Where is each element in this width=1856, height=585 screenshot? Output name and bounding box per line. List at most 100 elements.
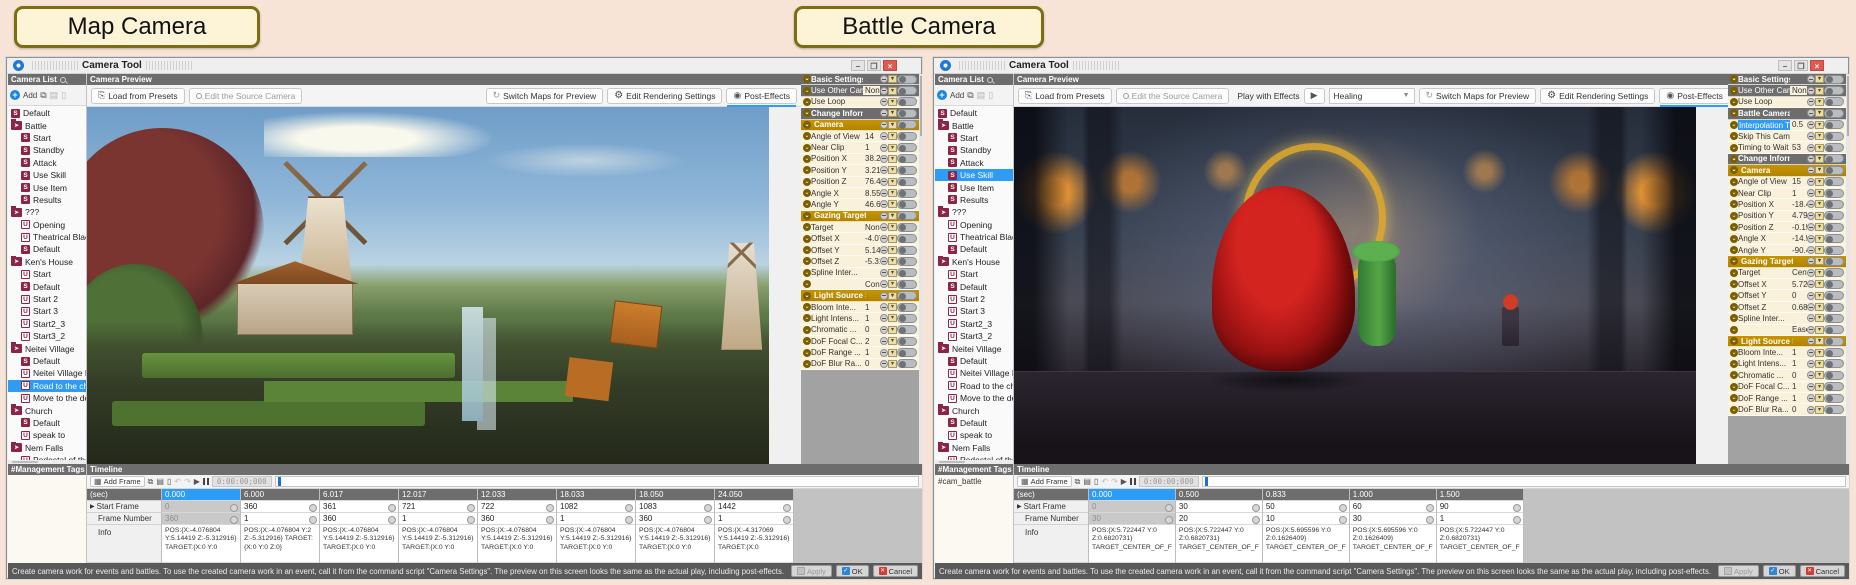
dropdown-icon[interactable]: ▾ — [1815, 223, 1824, 231]
toggle-switch[interactable] — [897, 132, 917, 141]
toggle-switch[interactable] — [897, 314, 917, 323]
keyframe-icon[interactable] — [880, 155, 888, 163]
keyframe-icon[interactable] — [880, 212, 888, 220]
setting-value[interactable]: 1 — [1790, 348, 1807, 357]
dropdown-icon[interactable]: ▾ — [888, 178, 897, 186]
frame-number-cell[interactable]: 30 — [1089, 513, 1175, 525]
keyframe-icon[interactable] — [1807, 360, 1815, 368]
frame-number-cell[interactable]: 1 — [241, 513, 319, 525]
trash-icon[interactable]: ▯ — [1094, 477, 1098, 487]
keyframe-icon[interactable] — [880, 280, 888, 288]
frame-number-cell[interactable]: 10 — [1263, 513, 1349, 525]
camera-list-item[interactable]: Start — [8, 268, 86, 280]
keyframe-icon[interactable] — [1807, 235, 1815, 243]
add-icon[interactable]: + — [937, 90, 947, 100]
settings-block[interactable]: ⌄ DoF Range ... 1 ▾ — [801, 347, 919, 358]
dropdown-icon[interactable]: ▾ — [888, 257, 897, 265]
camera-list-item[interactable]: Use Skill — [935, 169, 1013, 181]
close-button[interactable]: × — [883, 60, 897, 71]
settings-block[interactable]: ⌄ Bloom Inte... 1 ▾ — [1728, 347, 1846, 358]
settings-block[interactable]: ⌄ Position X 38.28888 ▾ — [801, 154, 919, 165]
toggle-switch[interactable] — [897, 75, 917, 84]
toggle-switch[interactable] — [897, 211, 917, 220]
camera-list-item[interactable]: Standby — [935, 144, 1013, 156]
timeline-column[interactable]: 0.000 0 30 POS:{X:5.722447 Y:0 Z:0.68207… — [1089, 489, 1176, 563]
dropdown-icon[interactable]: ▾ — [1815, 314, 1824, 322]
toggle-switch[interactable] — [897, 257, 917, 266]
dropdown-icon[interactable]: ▾ — [1815, 326, 1824, 334]
toggle-switch[interactable] — [1824, 234, 1844, 243]
settings-block[interactable]: ⌄ Use Other Camera None ▾ — [801, 85, 919, 96]
setting-value[interactable]: -0.1586744 — [1790, 223, 1807, 232]
camera-list-item[interactable]: Opening — [8, 219, 86, 231]
toggle-switch[interactable] — [1824, 246, 1844, 255]
keyframe-icon[interactable] — [1807, 155, 1815, 163]
toggle-switch[interactable] — [1824, 325, 1844, 334]
toggle-switch[interactable] — [1824, 200, 1844, 209]
settings-scrollbar[interactable] — [1846, 74, 1850, 464]
dropdown-icon[interactable]: ▾ — [1815, 121, 1824, 129]
settings-block[interactable]: ⌄ Offset X -4.076804 ▾ — [801, 233, 919, 244]
camera-list-item[interactable]: Theatrical Blackout — [8, 231, 86, 243]
camera-list-item[interactable]: Default — [8, 107, 86, 119]
post-effects-button[interactable]: ◉ Post-Effects — [726, 88, 797, 104]
time-cell[interactable]: 6.017 — [320, 489, 398, 501]
dropdown-icon[interactable]: ▾ — [1815, 155, 1824, 163]
toggle-switch[interactable] — [897, 291, 917, 300]
edit-source-camera-button[interactable]: Edit the Source Camera — [189, 88, 303, 104]
start-frame-cell[interactable]: 90 — [1437, 501, 1523, 513]
settings-block[interactable]: ⌄ Spline Inter... ▾ — [1728, 313, 1846, 324]
camera-list-item[interactable]: Use Item — [935, 181, 1013, 193]
keyframe-icon[interactable] — [880, 257, 888, 265]
keyframe-icon[interactable] — [1807, 144, 1815, 152]
dropdown-icon[interactable]: ▾ — [1815, 212, 1824, 220]
camera-list-item[interactable]: Move to the desert — [8, 392, 86, 404]
time-cell[interactable]: 18.033 — [557, 489, 635, 501]
keyframe-icon[interactable] — [880, 326, 888, 334]
settings-block[interactable]: ⌄ Camera ▾ — [801, 120, 919, 131]
camera-list-item[interactable]: Nem Falls — [935, 442, 1013, 454]
camera-list-item[interactable]: Start 3 — [8, 305, 86, 317]
keyframe-icon[interactable] — [880, 200, 888, 208]
keyframe-icon[interactable] — [1807, 406, 1815, 414]
camera-list-item[interactable]: ??? — [935, 206, 1013, 218]
camera-list-item[interactable]: Results — [8, 194, 86, 206]
maximize-button[interactable]: ❐ — [867, 60, 881, 71]
camera-list-item[interactable]: Road to the church — [8, 380, 86, 392]
frame-number-cell[interactable]: 1 — [1437, 513, 1523, 525]
toggle-switch[interactable] — [897, 348, 917, 357]
keyframe-icon[interactable] — [880, 87, 888, 95]
camera-list-item[interactable]: Start3_2 — [935, 330, 1013, 342]
settings-block[interactable]: ⌄ Angle of View 15 ▾ — [1728, 177, 1846, 188]
keyframe-icon[interactable] — [880, 121, 888, 129]
post-effects-button[interactable]: ◉ Post-Effects — [1659, 88, 1730, 104]
play-effect-button[interactable]: ▶ — [1304, 88, 1325, 104]
search-icon[interactable] — [987, 77, 993, 83]
toggle-switch[interactable] — [1824, 291, 1844, 300]
keyframe-icon[interactable] — [880, 189, 888, 197]
keyframe-icon[interactable] — [880, 75, 888, 83]
camera-list-item[interactable]: Default — [8, 280, 86, 292]
camera-list-item[interactable]: Start3_2 — [8, 330, 86, 342]
timeline-column[interactable]: 6.017 361 360 POS:{X:-4.076804 Y:5.14419… — [320, 489, 399, 563]
timeline-column[interactable]: 12.017 721 1 POS:{X:-4.076804 Y:5.14419 … — [399, 489, 478, 563]
camera-list-item[interactable]: Start2_3 — [935, 318, 1013, 330]
management-tags-body[interactable] — [8, 475, 86, 563]
timeline-column[interactable]: 18.050 1083 360 POS:{X:-4.076804 Y:5.144… — [636, 489, 715, 563]
time-cell[interactable]: 24.050 — [715, 489, 793, 501]
settings-block[interactable]: ⌄ Chromatic ... 0 ▾ — [801, 325, 919, 336]
dropdown-icon[interactable]: ▾ — [1815, 98, 1824, 106]
camera-list-item[interactable]: Ken's House — [935, 256, 1013, 268]
dropdown-icon[interactable]: ▾ — [1815, 257, 1824, 265]
toggle-switch[interactable] — [897, 337, 917, 346]
setting-value[interactable]: 0 — [1790, 371, 1807, 380]
settings-block[interactable]: ⌄ Near Clip 1 ▾ — [801, 142, 919, 153]
frame-number-cell[interactable]: 30 — [1350, 513, 1436, 525]
dropdown-icon[interactable]: ▾ — [1815, 337, 1824, 345]
dropdown-icon[interactable]: ▾ — [1815, 269, 1824, 277]
dropdown-icon[interactable]: ▾ — [1815, 87, 1824, 95]
setting-value[interactable]: 1 — [863, 303, 880, 312]
toggle-switch[interactable] — [1824, 337, 1844, 346]
time-cell[interactable]: 1.000 — [1350, 489, 1436, 501]
settings-scrollbar[interactable] — [919, 74, 923, 464]
